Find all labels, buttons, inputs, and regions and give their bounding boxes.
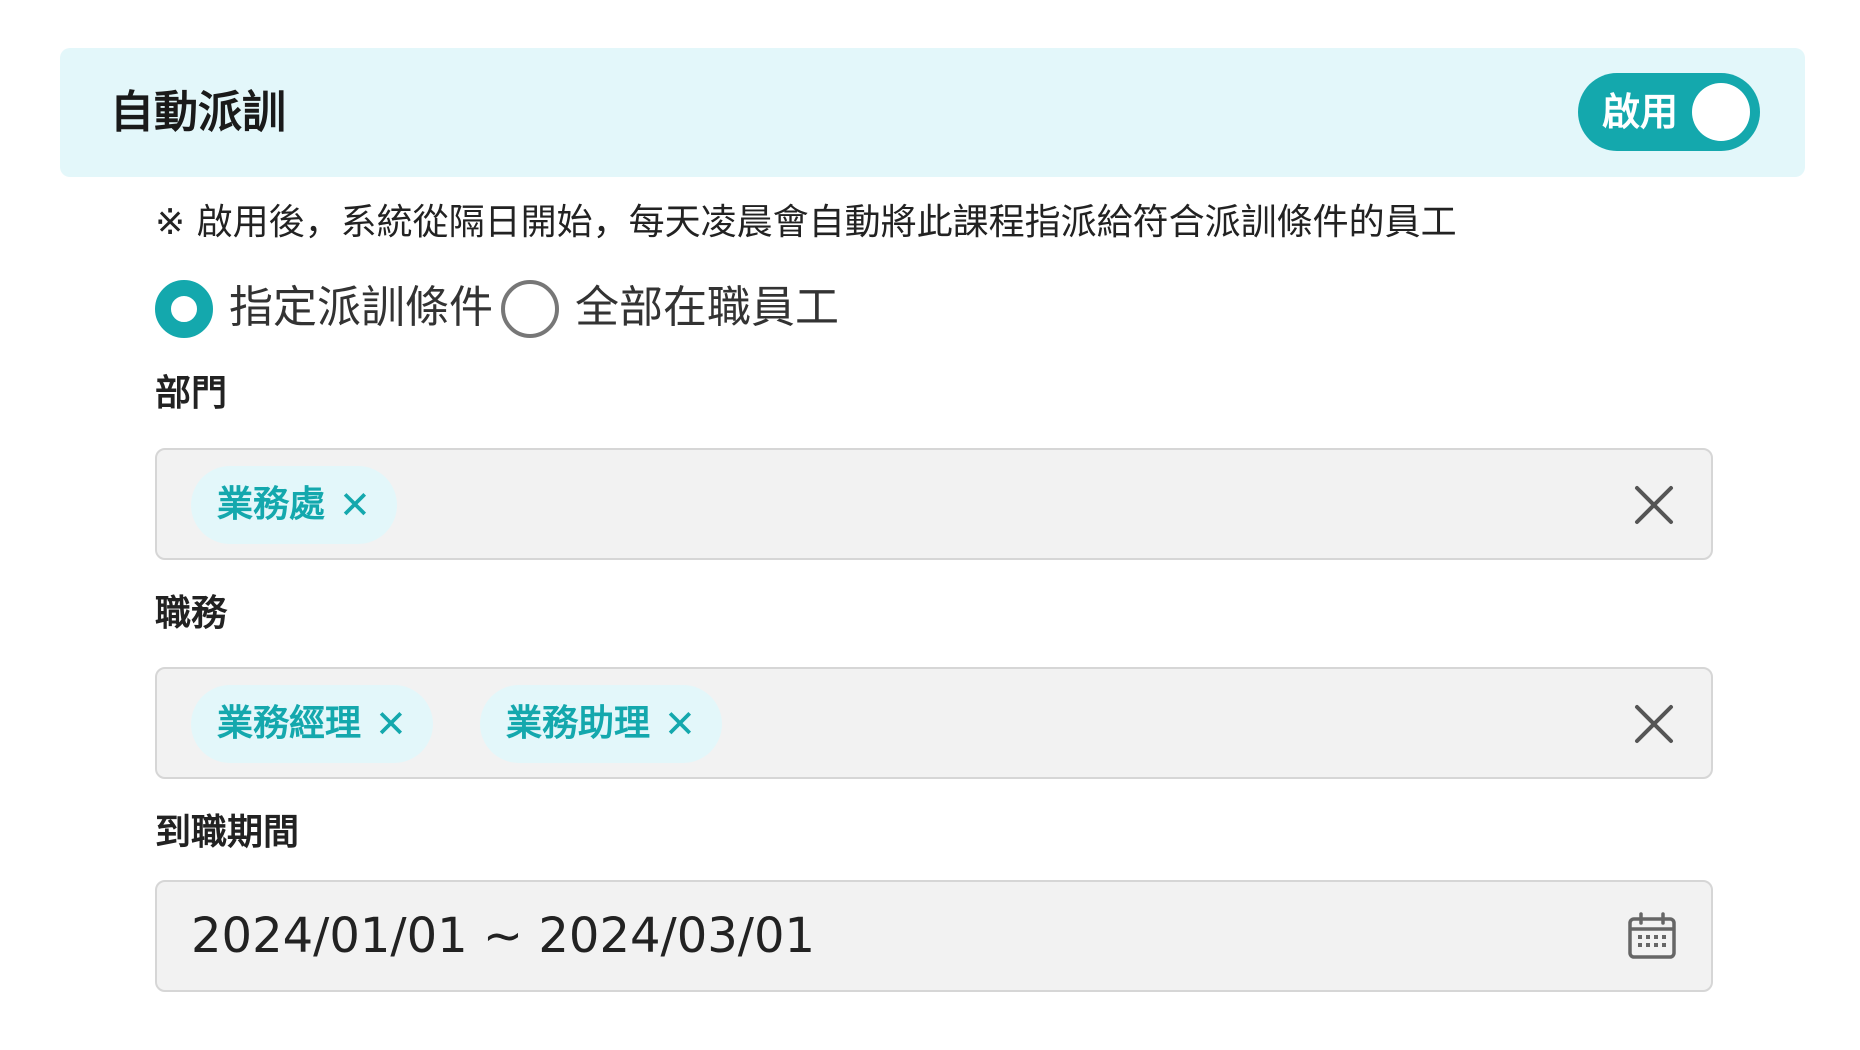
auto-assign-header: 自動派訓 啟用 — [60, 48, 1805, 177]
calendar-icon — [1628, 912, 1676, 959]
department-label: 部門 — [155, 373, 228, 414]
radio-checked-icon — [155, 280, 213, 338]
department-tag[interactable]: 業務處 ✕ — [191, 466, 397, 544]
toggle-knob — [1692, 83, 1750, 141]
department-select[interactable]: 業務處 ✕ — [155, 448, 1713, 560]
tag-label: 業務助理 — [506, 703, 651, 744]
position-tag[interactable]: 業務助理 ✕ — [480, 685, 722, 763]
info-note: ※ 啟用後，系統從隔日開始，每天凌晨會自動將此課程指派給符合派訓條件的員工 — [155, 202, 1457, 243]
close-icon — [1635, 486, 1673, 524]
radio-label: 全部在職員工 — [575, 282, 839, 333]
position-select[interactable]: 業務經理 ✕ 業務助理 ✕ — [155, 667, 1713, 779]
radio-label: 指定派訓條件 — [229, 282, 493, 333]
tag-remove-icon[interactable]: ✕ — [339, 466, 371, 544]
tag-remove-icon[interactable]: ✕ — [375, 685, 407, 763]
tag-remove-icon[interactable]: ✕ — [664, 685, 696, 763]
clear-position-button[interactable] — [1631, 701, 1677, 747]
tag-label: 業務經理 — [217, 703, 362, 744]
date-range-value: 2024/01/01 ~ 2024/03/01 — [191, 908, 816, 964]
position-label: 職務 — [155, 593, 228, 634]
position-tag[interactable]: 業務經理 ✕ — [191, 685, 433, 763]
hire-period-date-range[interactable]: 2024/01/01 ~ 2024/03/01 — [155, 880, 1713, 992]
close-icon — [1635, 705, 1673, 743]
hire-period-label: 到職期間 — [155, 812, 300, 853]
enable-toggle[interactable]: 啟用 — [1578, 73, 1760, 151]
radio-unchecked-icon — [501, 280, 559, 338]
clear-department-button[interactable] — [1631, 482, 1677, 528]
toggle-label: 啟用 — [1602, 90, 1679, 134]
section-title: 自動派訓 — [110, 87, 286, 138]
calendar-button[interactable] — [1627, 912, 1677, 960]
tag-label: 業務處 — [217, 484, 326, 525]
